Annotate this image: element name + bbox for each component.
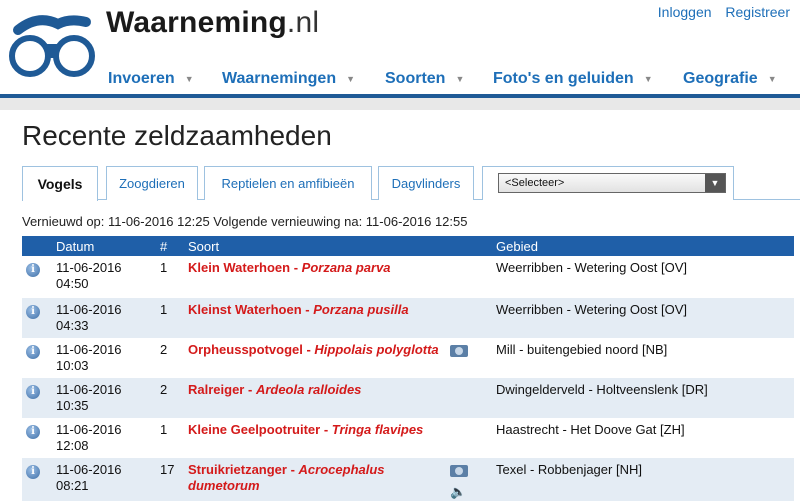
account-links: Inloggen Registreer [648,4,790,20]
row-species-link[interactable]: Ralreiger - Ardeola ralloides [184,378,446,418]
tab-dagvlinders[interactable]: Dagvlinders [378,166,474,200]
tab-zoogdieren[interactable]: Zoogdieren [106,166,198,200]
header-media [446,236,492,256]
dropdown-arrow-icon: ▼ [705,174,725,192]
row-count: 2 [160,382,168,397]
row-date: 11-06-2016 08:21 [56,462,122,493]
nav-item-soorten[interactable]: Soorten ▼ [385,70,464,88]
row-media: 🔈 [446,458,492,501]
table-row: i 11-06-2016 08:21 17 Struikrietzanger - … [22,458,794,501]
login-link[interactable]: Inloggen [658,4,712,20]
tab-reptielen-en-amfibieen[interactable]: Reptielen en amfibieën [204,166,372,200]
info-icon[interactable]: i [26,465,40,479]
brand-name: Waarneming [106,6,287,39]
row-species-link[interactable]: Struikrietzanger - Acrocephalus dumetoru… [184,458,446,501]
table-row: i 11-06-2016 04:50 1 Klein Waterhoen - Po… [22,256,794,298]
camera-icon[interactable] [450,345,468,357]
row-area[interactable]: Dwingelderveld - Holtveenslenk [DR] [492,378,794,418]
table-row: i 11-06-2016 10:03 2 Orpheusspotvogel - H… [22,338,794,378]
row-species-link[interactable]: Kleine Geelpootruiter - Tringa flavipes [184,418,446,458]
category-tabs: Vogels Zoogdieren Reptielen en amfibieën… [22,166,800,201]
info-icon[interactable]: i [26,385,40,399]
row-area[interactable]: Texel - Robbenjager [NH] [492,458,794,501]
caret-down-icon: ▼ [643,73,653,84]
info-icon[interactable]: i [26,263,40,277]
caret-down-icon: ▼ [346,73,356,84]
select-value: <Selecteer> [505,177,565,189]
row-date: 11-06-2016 12:08 [56,422,122,453]
row-area[interactable]: Weerribben - Wetering Oost [OV] [492,256,794,298]
nav-item-waarnemingen[interactable]: Waarnemingen ▼ [222,70,355,88]
table-row: i 11-06-2016 12:08 1 Kleine Geelpootruite… [22,418,794,458]
caret-down-icon: ▼ [455,73,465,84]
camera-icon[interactable] [450,465,468,477]
row-date: 11-06-2016 04:33 [56,302,122,333]
table-row: i 11-06-2016 10:35 2 Ralreiger - Ardeola … [22,378,794,418]
site-header: Waarneming.nl Inloggen Registreer Invoer… [0,0,800,98]
row-species-link[interactable]: Kleinst Waterhoen - Porzana pusilla [184,298,446,338]
info-icon[interactable]: i [26,305,40,319]
tab-vogels[interactable]: Vogels [22,166,98,201]
header-info [22,236,52,256]
row-media [446,298,492,338]
info-icon[interactable]: i [26,345,40,359]
row-date: 11-06-2016 04:50 [56,260,122,291]
header-species[interactable]: Soort [184,236,446,256]
caret-down-icon: ▼ [184,73,194,84]
main-nav: Invoeren ▼ Waarnemingen ▼ Soorten ▼ Foto's … [0,70,800,96]
category-select[interactable]: <Selecteer> ▼ [498,173,726,193]
row-species-link[interactable]: Orpheusspotvogel - Hippolais polyglotta [184,338,446,378]
row-date: 11-06-2016 10:35 [56,382,122,413]
header-date[interactable]: Datum [52,236,156,256]
nav-item-fotos-en-geluiden[interactable]: Foto's en geluiden ▼ [493,70,653,88]
register-link[interactable]: Registreer [725,4,790,20]
row-media [446,378,492,418]
row-count: 17 [160,462,175,477]
row-area[interactable]: Mill - buitengebied noord [NB] [492,338,794,378]
caret-down-icon: ▼ [767,73,777,84]
row-count: 1 [160,422,168,437]
row-media [446,338,492,378]
nav-item-invoeren[interactable]: Invoeren ▼ [108,70,194,88]
row-count: 1 [160,302,168,317]
table-row: i 11-06-2016 04:33 1 Kleinst Waterhoen - … [22,298,794,338]
observations-table: Datum # Soort Gebied i 11-06-2016 04:50 1… [22,236,794,501]
row-count: 1 [160,260,168,275]
table-header-row: Datum # Soort Gebied [22,236,794,256]
info-icon[interactable]: i [26,425,40,439]
refresh-status: Vernieuwd op: 11-06-2016 12:25 Volgende … [22,214,468,229]
row-media [446,256,492,298]
row-species-link[interactable]: Klein Waterhoen - Porzana parva [184,256,446,298]
nav-item-geografie[interactable]: Geografie ▼ [683,70,777,88]
speaker-icon[interactable]: 🔈 [450,484,488,500]
header-count[interactable]: # [156,236,184,256]
row-area[interactable]: Weerribben - Wetering Oost [OV] [492,298,794,338]
header-band [0,98,800,110]
row-area[interactable]: Haastrecht - Het Doove Gat [ZH] [492,418,794,458]
row-date: 11-06-2016 10:03 [56,342,122,373]
brand-tld: .nl [286,6,320,39]
header-area[interactable]: Gebied [492,236,794,256]
row-media [446,418,492,458]
site-brand[interactable]: Waarneming.nl [106,6,319,40]
row-count: 2 [160,342,168,357]
page-title: Recente zeldzaamheden [22,120,332,151]
